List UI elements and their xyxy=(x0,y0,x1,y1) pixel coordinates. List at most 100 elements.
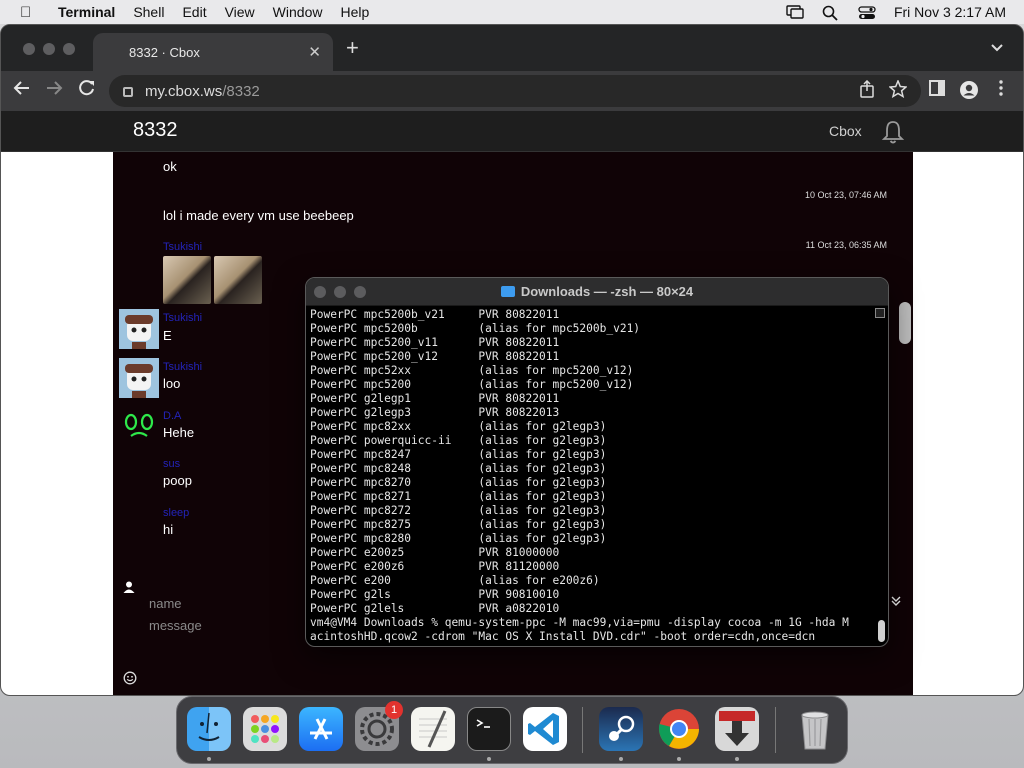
message-input[interactable]: message xyxy=(149,618,202,633)
message-text: E xyxy=(163,328,172,343)
url-host: my.cbox.ws xyxy=(145,82,223,100)
menu-view[interactable]: View xyxy=(225,4,255,20)
terminal-minimize-button[interactable] xyxy=(334,286,346,298)
screen-mirroring-icon[interactable] xyxy=(786,5,804,19)
terminal-title-bar[interactable]: Downloads — -zsh — 80×24 xyxy=(306,278,888,306)
terminal-line: PowerPC mpc8280 (alias for g2legp3) xyxy=(310,532,607,545)
terminal-close-button[interactable] xyxy=(314,286,326,298)
terminal-line: PowerPC mpc8270 (alias for g2legp3) xyxy=(310,476,607,489)
reload-icon[interactable] xyxy=(78,79,96,103)
dock-separator xyxy=(582,707,583,753)
minimize-window-button[interactable] xyxy=(43,43,55,55)
message-text: loo xyxy=(163,376,181,391)
cbox-brand-link[interactable]: Cbox xyxy=(829,123,862,139)
browser-toolbar: my.cbox.ws/8332 xyxy=(1,71,1023,111)
side-panel-icon[interactable] xyxy=(929,80,945,101)
terminal-line: PowerPC mpc5200b (alias for mpc5200b_v21… xyxy=(310,322,641,335)
scroll-down-icon[interactable] xyxy=(891,596,901,609)
message-author[interactable]: Tsukishi xyxy=(163,241,202,253)
terminal-line: PowerPC mpc8272 (alias for g2legp3) xyxy=(310,504,607,517)
bell-icon[interactable] xyxy=(881,119,905,144)
terminal-line: PowerPC mpc8271 (alias for g2legp3) xyxy=(310,490,607,503)
user-icon[interactable] xyxy=(123,580,135,593)
avatar[interactable] xyxy=(119,406,159,446)
terminal-line: PowerPC mpc5200b_v21 PVR 80822011 xyxy=(310,308,560,321)
textedit-icon[interactable] xyxy=(411,707,455,751)
menubar-clock[interactable]: Fri Nov 3 2:17 AM xyxy=(894,4,1006,20)
terminal-line: PowerPC g2legp3 PVR 80822013 xyxy=(310,406,560,419)
terminal-line: PowerPC mpc5200 (alias for mpc5200_v12) xyxy=(310,378,634,391)
message-author[interactable]: D.A xyxy=(163,410,181,422)
terminal-scrollbar[interactable] xyxy=(875,308,885,644)
message-text: Hehe xyxy=(163,425,195,440)
bookmark-star-icon[interactable] xyxy=(888,79,908,103)
message-author[interactable]: sus xyxy=(163,458,180,470)
terminal-line: PowerPC mpc8247 (alias for g2legp3) xyxy=(310,448,607,461)
message-text: poop xyxy=(163,473,192,488)
emoji-icon[interactable] xyxy=(123,671,137,688)
forward-arrow-icon[interactable] xyxy=(45,79,63,103)
avatar[interactable] xyxy=(119,358,159,398)
apple-menu-icon[interactable]:  xyxy=(20,4,42,21)
terminal-line: PowerPC mpc52xx (alias for mpc5200_v12) xyxy=(310,364,634,377)
zoom-window-button[interactable] xyxy=(63,43,75,55)
url-path: /8332 xyxy=(222,82,260,100)
terminal-line: PowerPC mpc8248 (alias for g2legp3) xyxy=(310,462,607,475)
back-arrow-icon[interactable] xyxy=(13,79,31,103)
new-tab-button[interactable]: + xyxy=(346,35,359,61)
avatar[interactable] xyxy=(119,309,159,349)
vscode-icon[interactable] xyxy=(523,707,567,751)
cat-photo-thumbnail[interactable] xyxy=(214,256,262,304)
name-input[interactable]: name xyxy=(149,596,182,611)
menu-window[interactable]: Window xyxy=(273,4,323,20)
address-bar[interactable]: my.cbox.ws/8332 xyxy=(109,75,921,107)
close-window-button[interactable] xyxy=(23,43,35,55)
terminal-scroll-thumb[interactable] xyxy=(878,620,885,642)
control-center-icon[interactable] xyxy=(858,5,876,19)
profile-avatar-icon[interactable] xyxy=(959,80,979,105)
page-scrollbar[interactable] xyxy=(899,302,911,344)
running-indicator xyxy=(487,757,491,761)
tab-cbox[interactable]: 8332 · Cbox ✕ xyxy=(93,33,333,71)
terminal-window[interactable]: Downloads — -zsh — 80×24 PowerPC mpc5200… xyxy=(305,277,889,647)
message-timestamp: 10 Oct 23, 07:46 AM xyxy=(804,190,887,200)
launchpad-icon[interactable] xyxy=(243,707,287,751)
downloader-icon[interactable] xyxy=(715,707,759,751)
running-indicator xyxy=(735,757,739,761)
terminal-line: acintoshHD.qcow2 -cdrom "Mac OS X Instal… xyxy=(310,630,816,643)
message-timestamp: 11 Oct 23, 06:35 AM xyxy=(805,240,887,250)
terminal-line: PowerPC mpc5200_v12 PVR 80822011 xyxy=(310,350,560,363)
terminal-zoom-button[interactable] xyxy=(354,286,366,298)
menu-edit[interactable]: Edit xyxy=(182,4,206,20)
menu-shell[interactable]: Shell xyxy=(133,4,164,20)
chrome-icon[interactable] xyxy=(657,707,701,751)
terminal-line: PowerPC mpc82xx (alias for g2legp3) xyxy=(310,420,607,433)
terminal-icon[interactable] xyxy=(467,707,511,751)
menu-help[interactable]: Help xyxy=(340,4,369,20)
more-menu-icon[interactable] xyxy=(999,80,1003,101)
message-author[interactable]: Tsukishi xyxy=(163,361,202,373)
app-store-icon[interactable] xyxy=(299,707,343,751)
trash-icon[interactable] xyxy=(793,707,837,751)
terminal-line: PowerPC g2legp1 PVR 80822011 xyxy=(310,392,560,405)
notification-badge: 1 xyxy=(385,701,403,719)
steam-icon[interactable] xyxy=(599,707,643,751)
terminal-line: PowerPC e200 (alias for e200z6) xyxy=(310,574,600,587)
message-author[interactable]: sleep xyxy=(163,507,189,519)
dock: 1 xyxy=(176,696,848,764)
menu-bar:  Terminal Shell Edit View Window Help F… xyxy=(0,0,1024,24)
cbox-header: 8332 Cbox xyxy=(1,111,1023,152)
cat-photo-thumbnail[interactable] xyxy=(163,256,211,304)
lock-icon[interactable] xyxy=(123,87,133,97)
share-icon[interactable] xyxy=(859,79,875,103)
menu-app-terminal[interactable]: Terminal xyxy=(58,4,115,20)
spotlight-search-icon[interactable] xyxy=(822,5,840,21)
tab-close-icon[interactable]: ✕ xyxy=(308,43,321,61)
finder-icon[interactable] xyxy=(187,707,231,751)
message-author[interactable]: Tsukishi xyxy=(163,312,202,324)
terminal-output[interactable]: PowerPC mpc5200b_v21 PVR 80822011 PowerPC… xyxy=(310,308,872,643)
running-indicator xyxy=(207,757,211,761)
terminal-scroll-top-button[interactable] xyxy=(875,308,885,318)
terminal-line: PowerPC g2ls PVR 90810010 xyxy=(310,588,560,601)
chevron-down-icon[interactable] xyxy=(991,39,1003,55)
